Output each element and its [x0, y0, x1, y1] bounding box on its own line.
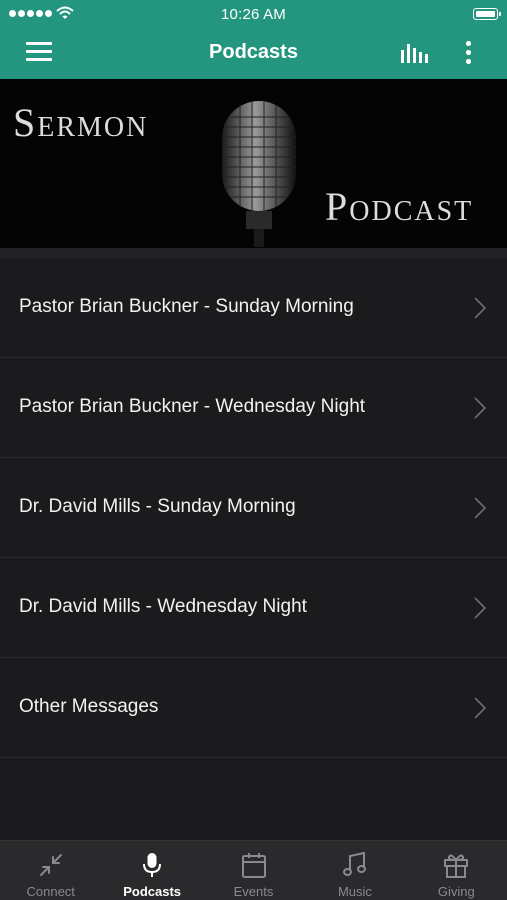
music-note-icon: [342, 851, 366, 876]
tab-label: Events: [233, 884, 274, 899]
header-bar: 10:26 AM Podcasts: [0, 0, 507, 79]
tab-label: Podcasts: [123, 884, 182, 899]
list-item-label: Dr. David Mills - Sunday Morning: [19, 496, 296, 517]
tab-connect[interactable]: Connect: [0, 841, 101, 900]
more-vertical-icon[interactable]: [460, 38, 476, 66]
status-bar: 10:26 AM: [0, 0, 507, 28]
equalizer-icon[interactable]: [400, 40, 430, 64]
list-item-label: Pastor Brian Buckner - Sunday Morning: [19, 296, 354, 317]
podcast-item-mills-wednesday[interactable]: Dr. David Mills - Wednesday Night: [0, 558, 507, 658]
banner-title-line1: Sermon: [13, 100, 149, 145]
tab-giving[interactable]: Giving: [406, 841, 507, 900]
divider: [0, 248, 507, 258]
tab-label: Music: [337, 884, 372, 899]
chevron-right-icon: [474, 397, 486, 419]
calendar-icon: [241, 853, 266, 878]
tab-music[interactable]: Music: [304, 841, 405, 900]
microphone-icon: [222, 101, 296, 247]
chevron-right-icon: [474, 497, 486, 519]
tab-label: Connect: [26, 884, 75, 899]
sermon-podcast-banner: Sermon Podcast: [0, 79, 507, 248]
microphone-icon: [143, 853, 162, 877]
podcast-item-brian-sunday[interactable]: Pastor Brian Buckner - Sunday Morning: [0, 258, 507, 358]
podcast-list: Pastor Brian Buckner - Sunday Morning Pa…: [0, 258, 507, 758]
battery-icon: [473, 8, 501, 20]
status-time: 10:26 AM: [221, 6, 286, 23]
gift-icon: [444, 854, 469, 878]
podcast-item-brian-wednesday[interactable]: Pastor Brian Buckner - Wednesday Night: [0, 358, 507, 458]
tab-label: Giving: [437, 884, 475, 899]
chevron-right-icon: [474, 697, 486, 719]
banner-title-line2: Podcast: [325, 184, 474, 229]
chevron-right-icon: [474, 597, 486, 619]
chevron-right-icon: [474, 297, 486, 319]
list-item-label: Other Messages: [19, 696, 159, 717]
page-title: Podcasts: [209, 41, 298, 63]
arrows-collapse-icon: [39, 854, 62, 876]
podcast-item-other-messages[interactable]: Other Messages: [0, 658, 507, 758]
list-item-label: Pastor Brian Buckner - Wednesday Night: [19, 396, 366, 417]
list-item-label: Dr. David Mills - Wednesday Night: [19, 596, 307, 617]
tab-events[interactable]: Events: [203, 841, 304, 900]
tab-podcasts[interactable]: Podcasts: [101, 841, 202, 900]
bottom-tab-bar: Connect Podcasts Events Music Giving: [0, 840, 507, 900]
podcast-item-mills-sunday[interactable]: Dr. David Mills - Sunday Morning: [0, 458, 507, 558]
